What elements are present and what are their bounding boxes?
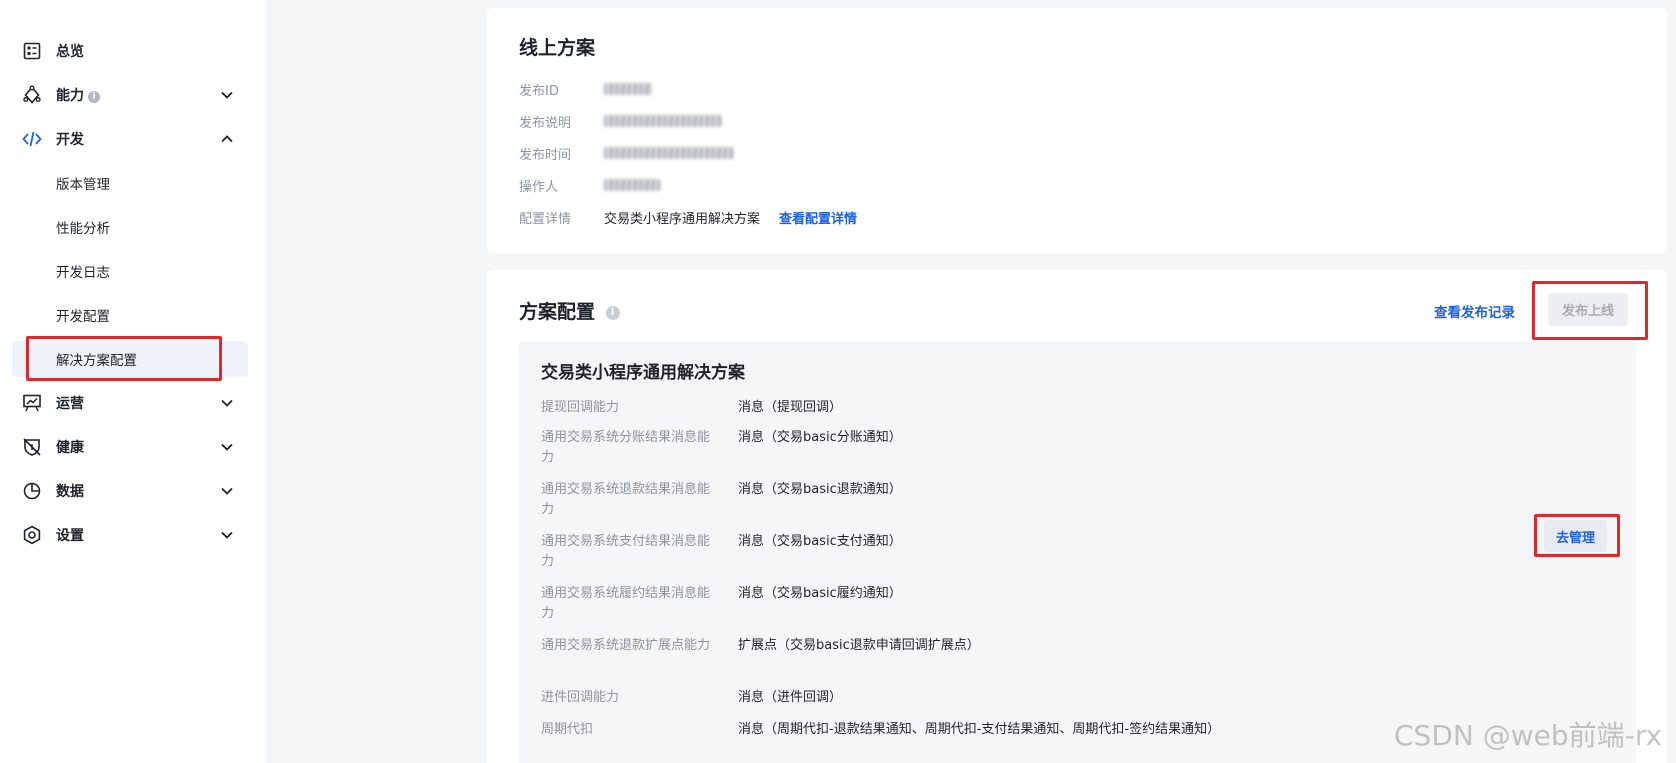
capability-label: 通用交易系统支付结果消息能力 xyxy=(541,534,711,569)
manage-button[interactable]: 去管理 xyxy=(1544,520,1607,552)
sidebar-item-version-management[interactable]: 版本管理 xyxy=(12,165,248,201)
plan-config-card: 方案配置 i 查看发布记录 发布上线 交易类小程序通用解决方案 提现回调能力 消… xyxy=(487,270,1667,763)
sub-item-label: 开发日志 xyxy=(56,265,110,281)
sub-item-label: 解决方案配置 xyxy=(56,353,137,369)
nav-settings[interactable]: 设置 xyxy=(12,517,248,553)
config-detail-value: 交易类小程序通用解决方案 xyxy=(604,212,761,227)
chevron-down-icon[interactable] xyxy=(220,396,234,410)
capability-value: 扩展点（交易basic退款申请回调扩展点） xyxy=(738,638,980,653)
nav-ability[interactable]: 能力 i xyxy=(12,77,248,113)
nav-ops-label: 运营 xyxy=(56,396,84,412)
nav-ops[interactable]: 运营 xyxy=(12,385,248,421)
sidebar-item-dev-log[interactable]: 开发日志 xyxy=(12,253,248,289)
nav-dev[interactable]: 开发 xyxy=(12,121,248,157)
sub-item-label: 性能分析 xyxy=(56,221,110,237)
view-config-detail-link[interactable]: 查看配置详情 xyxy=(779,208,857,227)
capability-label: 通用交易系统履约结果消息能力 xyxy=(541,586,711,621)
publish-button[interactable]: 发布上线 xyxy=(1548,293,1628,326)
sidebar-item-performance-analysis[interactable]: 性能分析 xyxy=(12,209,248,245)
watermark: CSDN @web前端-rx xyxy=(1394,719,1663,752)
nav-overview-label: 总览 xyxy=(56,44,84,60)
capability-label: 进件回调能力 xyxy=(541,690,620,705)
pie-chart-icon xyxy=(22,481,42,501)
capability-value: 消息（交易basic分账通知） xyxy=(738,430,902,445)
sidebar-item-solution-config[interactable]: 解决方案配置 xyxy=(12,341,248,377)
info-icon[interactable]: i xyxy=(88,91,100,103)
presentation-icon xyxy=(22,393,42,413)
sidebar: 总览 能力 i 开发 版本管理 性能分析 开发日志 开发配置 解决方案配置 运营… xyxy=(0,0,266,763)
config-detail-label: 配置详情 xyxy=(519,212,572,227)
nav-dev-label: 开发 xyxy=(56,132,84,148)
nav-settings-label: 设置 xyxy=(56,528,84,544)
release-note-label: 发布说明 xyxy=(519,116,572,131)
operator-value-redacted xyxy=(604,179,660,191)
chevron-down-icon[interactable] xyxy=(220,88,234,102)
ability-icon xyxy=(22,85,42,105)
capability-label: 通用交易系统分账结果消息能力 xyxy=(541,430,711,465)
capability-value: 消息（进件回调） xyxy=(738,690,843,705)
capability-label: 通用交易系统退款结果消息能力 xyxy=(541,482,711,517)
chevron-down-icon[interactable] xyxy=(220,484,234,498)
nav-overview[interactable]: 总览 xyxy=(12,33,248,69)
release-time-value-redacted xyxy=(604,147,734,159)
release-time-label: 发布时间 xyxy=(519,148,572,163)
nav-data-label: 数据 xyxy=(56,484,84,500)
code-icon xyxy=(22,129,42,149)
operator-label: 操作人 xyxy=(519,180,559,195)
capability-value: 消息（交易basic退款通知） xyxy=(738,482,902,497)
info-icon[interactable]: i xyxy=(605,306,620,320)
solution-panel: 交易类小程序通用解决方案 提现回调能力 消息（提现回调） 通用交易系统分账结果消… xyxy=(518,341,1636,763)
sub-item-label: 开发配置 xyxy=(56,309,110,325)
capability-label: 通用交易系统退款扩展点能力 xyxy=(541,638,711,653)
release-note-value-redacted xyxy=(604,115,722,127)
overview-icon xyxy=(22,41,42,61)
sub-item-label: 版本管理 xyxy=(56,177,110,193)
release-id-value-redacted xyxy=(604,83,652,95)
nav-health-label: 健康 xyxy=(56,440,84,456)
nav-data[interactable]: 数据 xyxy=(12,473,248,509)
sidebar-item-dev-config[interactable]: 开发配置 xyxy=(12,297,248,333)
chevron-up-icon[interactable] xyxy=(220,132,234,146)
capability-value: 消息（提现回调） xyxy=(738,400,843,415)
health-shield-icon xyxy=(22,437,42,457)
online-plan-card: 线上方案 发布ID 发布说明 发布时间 操作人 配置详情 交易类小程序通用解决方… xyxy=(487,8,1667,253)
gear-icon xyxy=(22,525,42,545)
capability-value: 消息（交易basic履约通知） xyxy=(738,586,902,601)
nav-ability-label: 能力 xyxy=(56,88,84,104)
nav-health[interactable]: 健康 xyxy=(12,429,248,465)
chevron-down-icon[interactable] xyxy=(220,528,234,542)
view-release-records-link[interactable]: 查看发布记录 xyxy=(1434,301,1515,321)
release-id-label: 发布ID xyxy=(519,84,559,99)
capability-value: 消息（周期代扣-退款结果通知、周期代扣-支付结果通知、周期代扣-签约结果通知） xyxy=(738,722,1221,737)
online-plan-title: 线上方案 xyxy=(519,37,596,59)
chevron-down-icon[interactable] xyxy=(220,440,234,454)
plan-config-title: 方案配置 xyxy=(519,301,596,323)
capability-value: 消息（交易basic支付通知） xyxy=(738,534,902,549)
capability-label: 提现回调能力 xyxy=(541,400,620,415)
solution-name: 交易类小程序通用解决方案 xyxy=(541,363,745,383)
capability-label: 周期代扣 xyxy=(541,722,594,737)
